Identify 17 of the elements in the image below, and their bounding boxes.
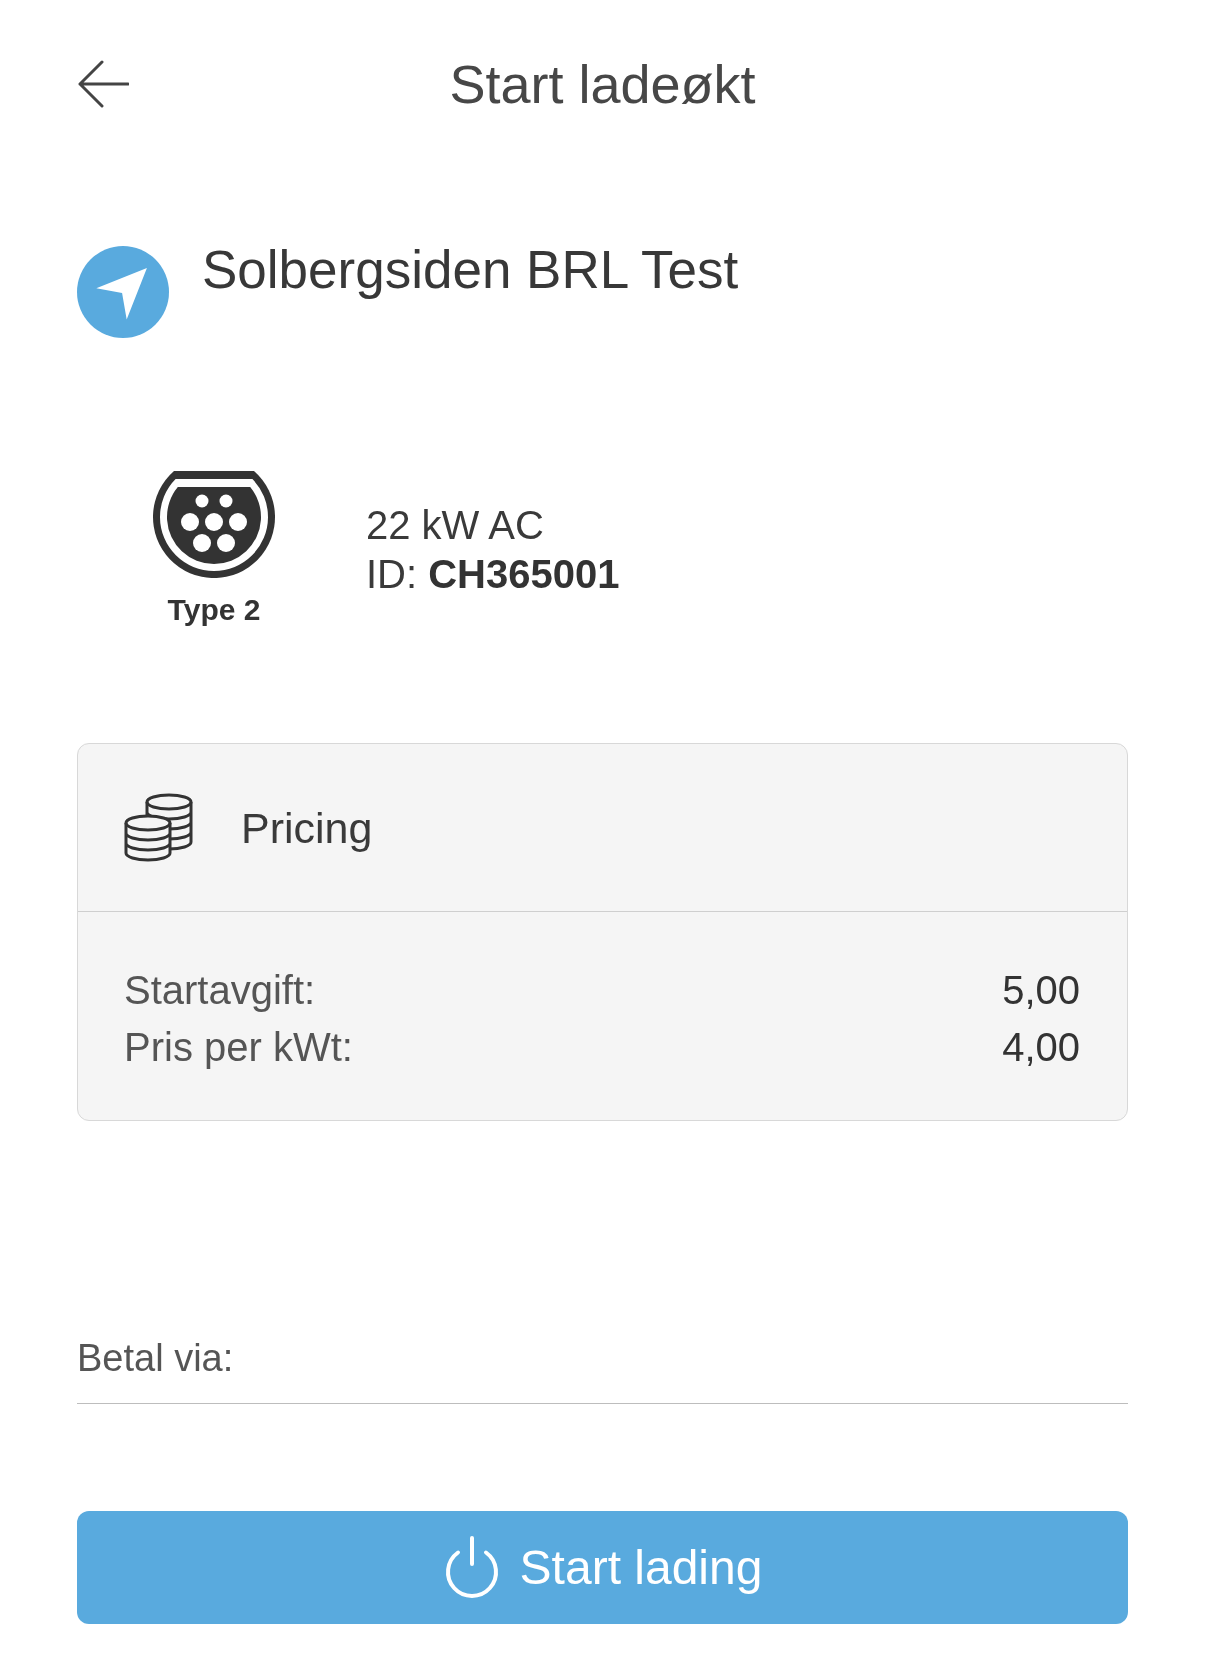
navigation-icon[interactable] xyxy=(77,246,169,338)
charger-id: ID: CH365001 xyxy=(366,550,620,598)
coins-icon xyxy=(124,792,194,863)
price-label: Pris per kWt: xyxy=(124,1023,353,1071)
connector-socket-icon xyxy=(153,471,275,578)
payment-field[interactable]: Betal via: xyxy=(77,1321,1128,1404)
connector-type-label: Type 2 xyxy=(167,592,261,628)
pricing-title: Pricing xyxy=(241,802,373,853)
price-value: 5,00 xyxy=(1002,966,1080,1014)
arrow-left-icon xyxy=(77,60,129,108)
page-title: Start ladeøkt xyxy=(448,53,757,115)
back-button[interactable] xyxy=(77,60,129,108)
station-name: Solbergsiden BRL Test xyxy=(202,240,739,300)
power-rating: 22 kW AC xyxy=(366,501,545,549)
price-value: 4,00 xyxy=(1002,1023,1080,1071)
price-label: Startavgift: xyxy=(124,966,316,1014)
field-label: Betal via: xyxy=(77,1336,234,1381)
